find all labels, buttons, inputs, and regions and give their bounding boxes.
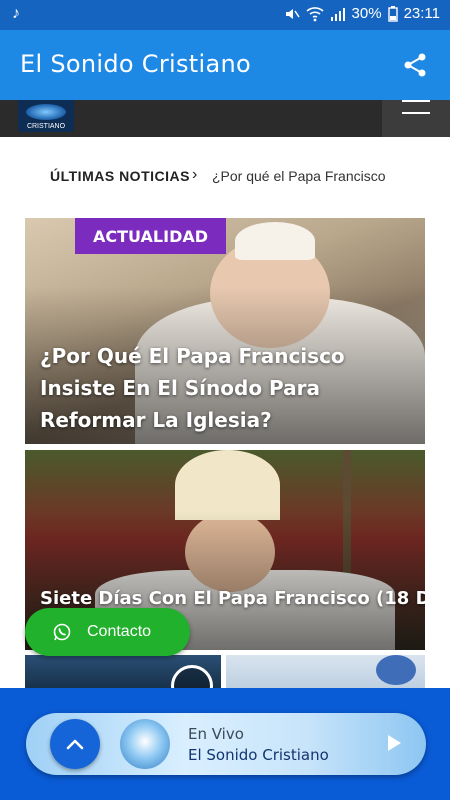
status-bar: ♪ 30% 23:11: [0, 0, 450, 30]
article-card[interactable]: ACTUALIDAD ¿Por Qué El Papa Francisco In…: [25, 218, 425, 444]
player-pill[interactable]: En Vivo El Sonido Cristiano: [26, 713, 426, 775]
status-right: 30% 23:11: [284, 5, 440, 22]
station-logo: [120, 719, 170, 769]
station-name: El Sonido Cristiano: [188, 746, 329, 764]
ticker-next-button[interactable]: [370, 160, 450, 192]
expand-player-button[interactable]: [50, 719, 100, 769]
clock: 23:11: [403, 5, 440, 22]
play-icon[interactable]: [388, 735, 401, 751]
contact-label: Contacto: [87, 623, 152, 640]
hamburger-menu-button[interactable]: [382, 100, 450, 137]
article-title[interactable]: ¿Por Qué El Papa Francisco Insiste En El…: [40, 340, 400, 436]
logo-glow: [26, 104, 66, 120]
mute-icon: [285, 8, 300, 19]
logo-text: CRISTIANO: [26, 123, 66, 130]
chevron-up-icon: [66, 739, 84, 750]
whatsapp-icon: [53, 623, 71, 641]
signal-icon: [330, 7, 345, 21]
radio-player: En Vivo El Sonido Cristiano: [0, 688, 450, 800]
contact-button[interactable]: Contacto: [25, 608, 190, 656]
thumbnail-image: [376, 655, 416, 685]
menu-line: [402, 112, 430, 114]
app-title: El Sonido Cristiano: [20, 50, 251, 78]
music-note-icon: ♪: [12, 5, 20, 22]
chevron-right-icon: ›: [192, 166, 198, 183]
category-badge[interactable]: ACTUALIDAD: [75, 218, 227, 254]
ticker-label: ÚLTIMAS NOTICIAS: [50, 168, 190, 184]
live-status: En Vivo: [188, 725, 244, 743]
battery-icon: [387, 5, 398, 22]
battery-percent: 30%: [351, 5, 382, 22]
app-bar: El Sonido Cristiano: [0, 30, 450, 100]
site-logo[interactable]: CRISTIANO: [18, 100, 74, 132]
wifi-icon: [305, 6, 324, 21]
menu-line: [402, 100, 430, 102]
share-icon[interactable]: [402, 52, 428, 78]
